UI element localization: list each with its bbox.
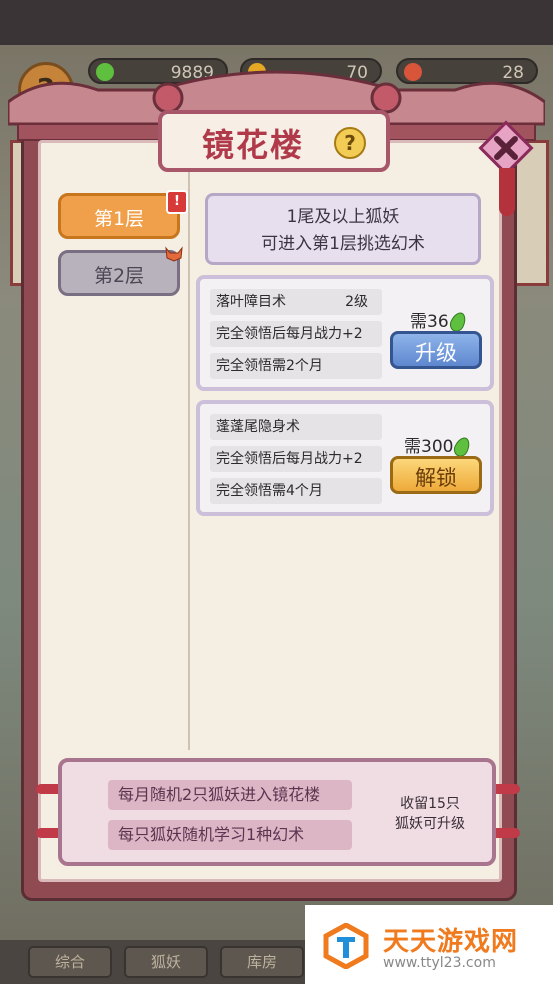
upgrade-condition: 收留15只 狐妖可升级 bbox=[380, 794, 480, 834]
dialog-title-plate: 镜花楼 ? bbox=[158, 110, 390, 172]
column-divider bbox=[188, 160, 190, 750]
help-icon[interactable]: ? bbox=[334, 127, 366, 159]
dialog-title: 镜花楼 bbox=[202, 126, 305, 164]
rules-scroll: 每月随机2只狐妖进入镜花楼 每只狐妖随机学习1种幻术 收留15只 狐妖可升级 bbox=[58, 758, 496, 866]
nav-foxes[interactable]: 狐妖 bbox=[124, 946, 208, 978]
cost-label: 需36 bbox=[410, 312, 449, 332]
nav-general[interactable]: 综合 bbox=[28, 946, 112, 978]
spell-name: 落叶障目术 bbox=[216, 294, 286, 310]
spell-duration: 完全领悟需2个月 bbox=[210, 353, 382, 379]
spell-effect: 完全领悟后每月战力+2 bbox=[210, 446, 382, 472]
watermark-title: 天天游戏网 bbox=[383, 927, 519, 957]
condition-line-2: 狐妖可升级 bbox=[395, 816, 465, 832]
nav-storage[interactable]: 库房 bbox=[220, 946, 304, 978]
spell-cost: 需36 bbox=[410, 307, 469, 335]
rule-line-1: 每月随机2只狐妖进入镜花楼 bbox=[108, 780, 352, 810]
rule-line-2: 每只狐妖随机学习1种幻术 bbox=[108, 820, 352, 850]
cost-label: 需300 bbox=[404, 437, 454, 457]
floor-requirement-box: 1尾及以上狐妖 可进入第1层挑选幻术 bbox=[205, 193, 481, 265]
spell-level: 2级 bbox=[345, 294, 368, 310]
spell-duration: 完全领悟需4个月 bbox=[210, 478, 382, 504]
spell-effect: 完全领悟后每月战力+2 bbox=[210, 321, 382, 347]
watermark-url: www.ttyl23.com bbox=[383, 955, 496, 971]
spell-card: 落叶障目术 2级 完全领悟后每月战力+2 完全领悟需2个月 需36 升级 bbox=[196, 275, 494, 391]
tab-floor-1[interactable]: 第1层 bbox=[58, 193, 180, 239]
spell-name-row: 蓬蓬尾隐身术 bbox=[210, 414, 382, 440]
requirement-line-2: 可进入第1层挑选幻术 bbox=[261, 234, 425, 254]
alert-badge: ! bbox=[166, 190, 188, 214]
spell-name-row: 落叶障目术 2级 bbox=[210, 289, 382, 315]
spell-cost: 需300 bbox=[404, 432, 474, 460]
top-bar bbox=[0, 0, 553, 45]
watermark: 天天游戏网 www.ttyl23.com bbox=[305, 905, 553, 984]
spell-card: 蓬蓬尾隐身术 完全领悟后每月战力+2 完全领悟需4个月 需300 解锁 bbox=[196, 400, 494, 516]
spell-name: 蓬蓬尾隐身术 bbox=[216, 419, 300, 435]
watermark-logo-icon bbox=[323, 923, 369, 969]
upgrade-button[interactable]: 升级 bbox=[390, 331, 482, 369]
requirement-line-1: 1尾及以上狐妖 bbox=[286, 207, 400, 227]
unlock-button[interactable]: 解锁 bbox=[390, 456, 482, 494]
fox-lock-icon bbox=[165, 246, 183, 262]
tassel-ornament bbox=[499, 168, 515, 216]
tab-floor-2[interactable]: 第2层 bbox=[58, 250, 180, 296]
condition-line-1: 收留15只 bbox=[400, 796, 460, 812]
